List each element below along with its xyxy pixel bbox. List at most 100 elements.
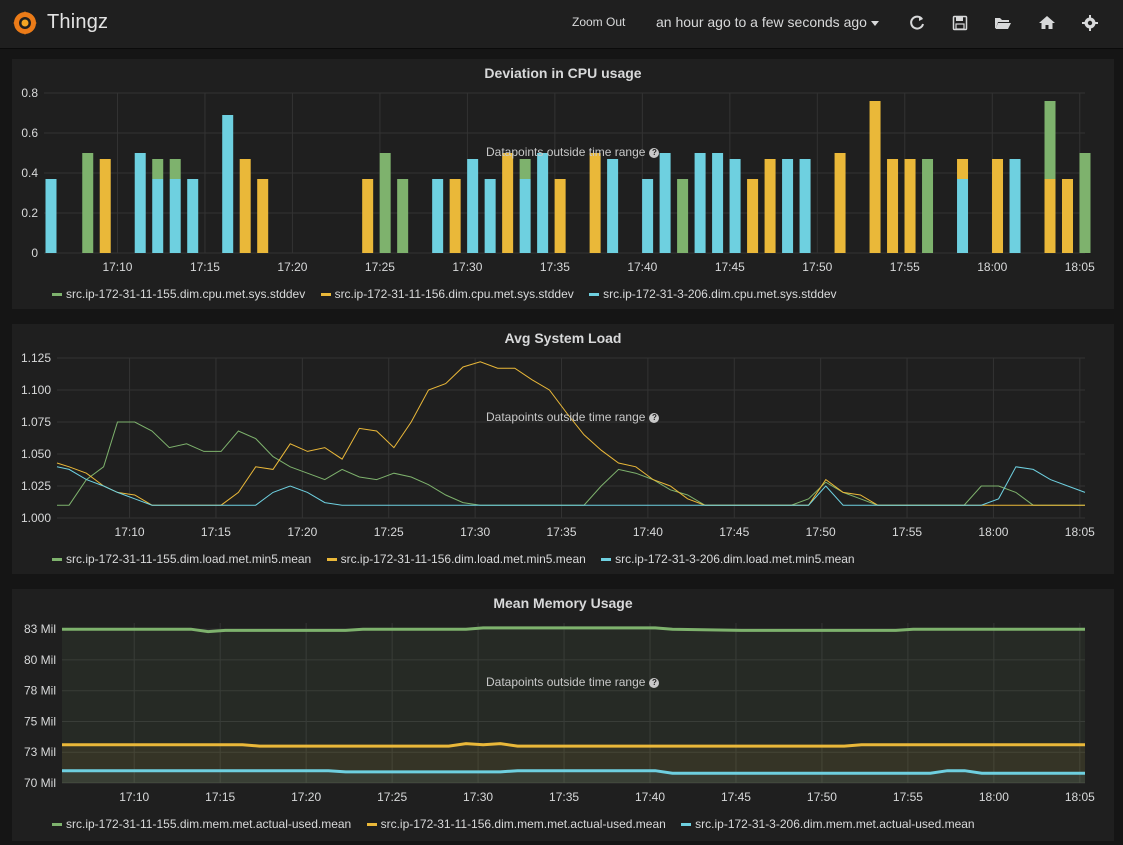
legend-item[interactable]: src.ip-172-31-11-156.dim.load.met.min5.m… (326, 552, 586, 566)
bar (152, 159, 164, 179)
y-tick-label: 0.6 (21, 126, 38, 140)
x-tick-label: 17:10 (102, 260, 132, 274)
legend-item[interactable]: src.ip-172-31-11-156.dim.mem.met.actual-… (366, 817, 666, 831)
dashboard-title[interactable]: Thingz (47, 11, 108, 34)
x-tick-label: 17:35 (546, 525, 576, 539)
panel-title[interactable]: Mean Memory Usage (12, 595, 1114, 611)
bar (799, 159, 811, 253)
gear-icon[interactable] (1081, 14, 1099, 32)
x-tick-label: 18:00 (977, 260, 1007, 274)
x-tick-label: 17:35 (549, 790, 579, 804)
x-tick-label: 17:30 (463, 790, 493, 804)
time-range-picker[interactable]: an hour ago to a few seconds ago (656, 14, 879, 30)
save-icon[interactable] (951, 14, 969, 32)
bar (729, 159, 741, 253)
cpu-deviation-chart[interactable]: 0 0.2 0.4 0.6 0.8 17:10 17:15 17:20 17:25 17:30 17… (12, 59, 1114, 309)
x-tick-label: 17:45 (721, 790, 751, 804)
panel-title[interactable]: Avg System Load (12, 330, 1114, 346)
y-tick-label: 1.125 (21, 351, 51, 365)
x-tick-label: 17:25 (377, 790, 407, 804)
bar (1062, 179, 1074, 253)
x-tick-label: 17:35 (540, 260, 570, 274)
bar (764, 159, 776, 253)
bar (169, 159, 181, 179)
x-tick-label: 18:05 (1065, 790, 1095, 804)
legend-swatch (52, 823, 62, 827)
bar (432, 179, 444, 253)
legend: src.ip-172-31-11-155.dim.cpu.met.sys.std… (52, 287, 849, 301)
x-tick-label: 18:05 (1065, 525, 1095, 539)
x-tick-label: 17:55 (890, 260, 920, 274)
legend-swatch (601, 558, 612, 562)
memory-usage-chart[interactable]: 70 Mil 73 Mil 75 Mil 78 Mil 80 Mil 83 Mil 17:1… (12, 589, 1114, 841)
y-tick-label: 1.050 (21, 447, 51, 461)
folder-open-icon[interactable] (994, 14, 1012, 32)
y-tick-label: 70 Mil (24, 776, 56, 790)
bar (782, 159, 794, 253)
system-load-chart[interactable]: 1.000 1.025 1.050 1.075 1.100 1.125 17:10 17:15… (12, 324, 1114, 574)
legend-label: src.ip-172-31-11-155.dim.cpu.met.sys.std… (66, 287, 306, 301)
bar (869, 101, 881, 253)
x-tick-label: 17:55 (893, 790, 923, 804)
refresh-icon[interactable] (908, 14, 926, 32)
bar (82, 153, 94, 253)
x-tick-label: 17:20 (277, 260, 307, 274)
legend-label: src.ip-172-31-3-206.dim.load.met.min5.me… (615, 552, 855, 566)
datapoints-warning-text: Datapoints outside time range (486, 410, 646, 424)
series-line (56, 361, 1085, 506)
grafana-logo-icon[interactable] (12, 10, 38, 36)
time-range-label: an hour ago to a few seconds ago (656, 14, 867, 30)
home-icon[interactable] (1038, 14, 1056, 32)
bar (239, 159, 251, 253)
bar (589, 153, 601, 253)
legend-item[interactable]: src.ip-172-31-11-156.dim.cpu.met.sys.std… (320, 287, 574, 301)
legend-item[interactable]: src.ip-172-31-3-206.dim.cpu.met.sys.stdd… (589, 287, 837, 301)
legend-item[interactable]: src.ip-172-31-11-155.dim.load.met.min5.m… (52, 552, 311, 566)
y-tick-label: 1.075 (21, 415, 51, 429)
bar (834, 153, 846, 253)
bar (642, 179, 654, 253)
datapoints-warning-text: Datapoints outside time range (486, 675, 646, 689)
x-tick-label: 17:10 (115, 525, 145, 539)
bar (45, 179, 57, 253)
x-tick-label: 17:20 (291, 790, 321, 804)
x-tick-label: 17:50 (807, 790, 837, 804)
legend-item[interactable]: src.ip-172-31-11-155.dim.cpu.met.sys.std… (52, 287, 305, 301)
y-tick-label: 0.4 (21, 166, 38, 180)
bar (1009, 159, 1021, 253)
legend-swatch (52, 558, 62, 562)
zoom-out-button[interactable]: Zoom Out (572, 15, 625, 29)
legend-item[interactable]: src.ip-172-31-11-155.dim.mem.met.actual-… (52, 817, 351, 831)
y-tick-label: 1.025 (21, 479, 51, 493)
question-circle-icon[interactable]: ? (649, 412, 660, 423)
legend-item[interactable]: src.ip-172-31-3-206.dim.mem.met.actual-u… (681, 817, 975, 831)
y-tick-label: 1.100 (21, 383, 51, 397)
cpu-deviation-panel: 0 0.2 0.4 0.6 0.8 17:10 17:15 17:20 17:25 17:30 17… (12, 59, 1114, 309)
bar (677, 179, 689, 253)
x-tick-label: 17:15 (205, 790, 235, 804)
x-tick-label: 17:10 (119, 790, 149, 804)
panel-title[interactable]: Deviation in CPU usage (12, 65, 1114, 81)
bar (519, 179, 531, 253)
bar (887, 159, 899, 253)
y-tick-label: 0.8 (21, 86, 38, 100)
legend-swatch (52, 293, 62, 297)
bar (152, 179, 164, 253)
bar (1044, 101, 1056, 179)
bar (362, 179, 374, 253)
legend-label: src.ip-172-31-3-206.dim.mem.met.actual-u… (695, 817, 975, 831)
legend-item[interactable]: src.ip-172-31-3-206.dim.load.met.min5.me… (601, 552, 855, 566)
legend: src.ip-172-31-11-155.dim.mem.met.actual-… (52, 817, 987, 831)
datapoints-warning: Datapoints outside time range? (486, 410, 660, 424)
question-circle-icon[interactable]: ? (649, 677, 660, 688)
datapoints-warning-text: Datapoints outside time range (486, 145, 646, 159)
legend-swatch (366, 823, 377, 827)
bar (502, 153, 514, 253)
bar (484, 179, 496, 253)
x-tick-label: 17:20 (287, 525, 317, 539)
y-tick-label: 83 Mil (24, 622, 56, 636)
question-circle-icon[interactable]: ? (649, 147, 660, 158)
x-tick-label: 17:40 (627, 260, 657, 274)
x-tick-label: 17:30 (452, 260, 482, 274)
bar (607, 159, 619, 253)
